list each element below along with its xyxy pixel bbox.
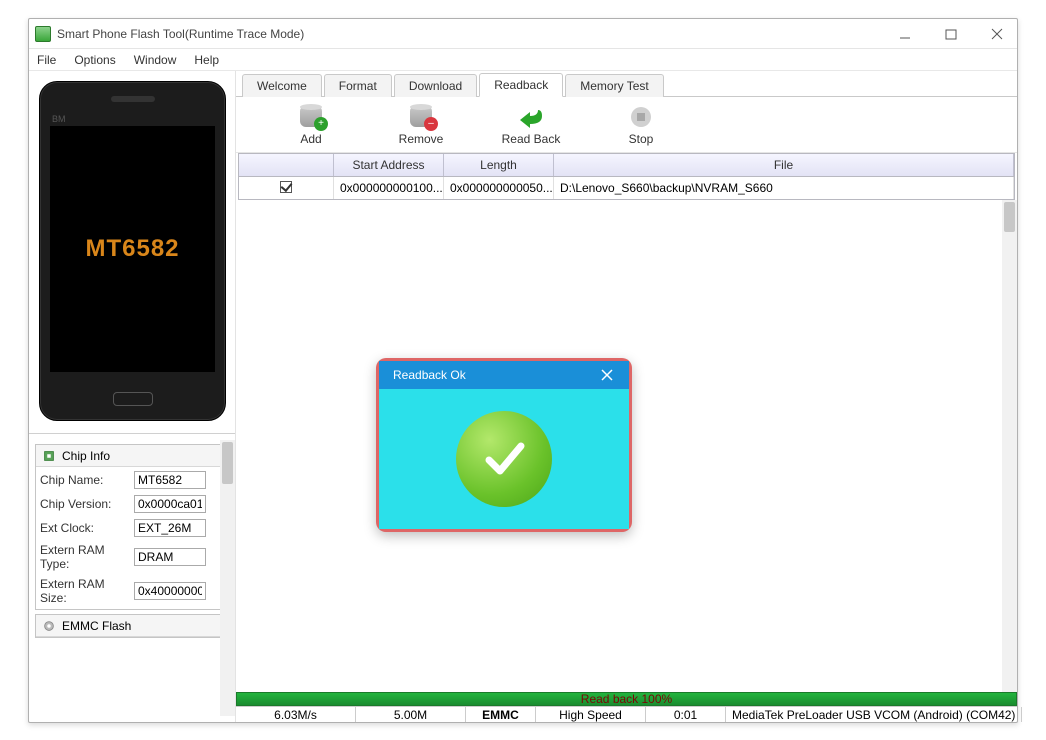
left-panel: BM MT6582 Chip Info Chip Name: [29, 71, 236, 722]
table-scrollbar[interactable] [1002, 200, 1017, 692]
chip-version-label: Chip Version: [40, 497, 130, 511]
phone-chip-label: MT6582 [85, 235, 179, 263]
status-storage: EMMC [466, 707, 536, 722]
tab-memory-test[interactable]: Memory Test [565, 74, 663, 97]
dialog-close-button[interactable] [593, 361, 621, 389]
table-row[interactable]: 0x000000000100... 0x000000000050... D:\L… [239, 177, 1014, 199]
remove-button[interactable]: – Remove [386, 104, 456, 146]
minus-icon: – [424, 117, 438, 131]
success-check-icon [456, 411, 552, 507]
tab-bar: Welcome Format Download Readback Memory … [236, 71, 1017, 97]
main-area: Welcome Format Download Readback Memory … [236, 71, 1017, 722]
dialog-title: Readback Ok [393, 368, 466, 382]
stop-button[interactable]: Stop [606, 104, 676, 146]
table-empty-area: Readback Ok [236, 200, 1017, 692]
chip-icon [42, 449, 56, 463]
menu-window[interactable]: Window [134, 53, 177, 67]
chip-name-label: Chip Name: [40, 473, 130, 487]
menu-help[interactable]: Help [194, 53, 219, 67]
menu-file[interactable]: File [37, 53, 56, 67]
status-mode: High Speed [536, 707, 646, 722]
chip-info-title: Chip Info [62, 449, 110, 463]
col-length-header[interactable]: Length [444, 154, 554, 176]
chip-info-form: Chip Name: Chip Version: Ext Clock: Exte… [36, 467, 228, 609]
readback-toolbar: + Add – Remove Read Back Stop [236, 97, 1017, 153]
row-start: 0x000000000100... [334, 177, 444, 199]
arrow-back-icon [518, 106, 544, 128]
tab-format[interactable]: Format [324, 74, 392, 97]
info-panels: Chip Info Chip Name: Chip Version: Ext C… [29, 433, 235, 722]
dialog-titlebar[interactable]: Readback Ok [379, 361, 629, 389]
chip-info-header[interactable]: Chip Info [36, 445, 228, 467]
left-scrollbar[interactable] [220, 440, 235, 716]
status-speed: 6.03M/s [236, 707, 356, 722]
col-checkbox-header[interactable] [239, 154, 334, 176]
readback-ok-dialog: Readback Ok [376, 358, 632, 532]
phone-illustration: BM MT6582 [39, 81, 226, 421]
close-icon [601, 369, 613, 381]
status-time: 0:01 [646, 707, 726, 722]
phone-watermark: BM [52, 114, 66, 124]
ext-clock-field[interactable] [134, 519, 206, 537]
titlebar: Smart Phone Flash Tool(Runtime Trace Mod… [29, 19, 1017, 49]
menubar: File Options Window Help [29, 49, 1017, 71]
col-file-header[interactable]: File [554, 154, 1014, 176]
menu-options[interactable]: Options [74, 53, 115, 67]
minimize-button[interactable] [891, 24, 919, 44]
status-grid: 6.03M/s 5.00M EMMC High Speed 0:01 Media… [236, 706, 1017, 722]
add-button[interactable]: + Add [276, 104, 346, 146]
tab-download[interactable]: Download [394, 74, 477, 97]
chip-version-field[interactable] [134, 495, 206, 513]
extern-ram-size-label: Extern RAM Size: [40, 577, 130, 605]
readback-table: Start Address Length File 0x000000000100… [238, 153, 1015, 200]
read-back-button[interactable]: Read Back [496, 104, 566, 146]
extern-ram-type-field[interactable] [134, 548, 206, 566]
status-size: 5.00M [356, 707, 466, 722]
maximize-button[interactable] [937, 24, 965, 44]
extern-ram-type-label: Extern RAM Type: [40, 543, 130, 571]
plus-icon: + [314, 117, 328, 131]
app-icon [35, 26, 51, 42]
emmc-flash-header[interactable]: EMMC Flash [36, 615, 228, 637]
row-length: 0x000000000050... [444, 177, 554, 199]
progress-bar: Read back 100% [236, 692, 1017, 706]
progress-text: Read back 100% [581, 692, 672, 706]
window-title: Smart Phone Flash Tool(Runtime Trace Mod… [57, 27, 891, 41]
ext-clock-label: Ext Clock: [40, 521, 130, 535]
tab-welcome[interactable]: Welcome [242, 74, 322, 97]
main-window: Smart Phone Flash Tool(Runtime Trace Mod… [28, 18, 1018, 723]
col-start-header[interactable]: Start Address [334, 154, 444, 176]
status-device: MediaTek PreLoader USB VCOM (Android) (C… [726, 707, 1022, 722]
extern-ram-size-field[interactable] [134, 582, 206, 600]
status-area: Read back 100% 6.03M/s 5.00M EMMC High S… [236, 692, 1017, 722]
gear-icon [42, 619, 56, 633]
emmc-flash-title: EMMC Flash [62, 619, 131, 633]
row-checkbox[interactable] [280, 181, 292, 193]
close-button[interactable] [983, 24, 1011, 44]
chip-name-field[interactable] [134, 471, 206, 489]
stop-icon [631, 107, 651, 127]
tab-readback[interactable]: Readback [479, 73, 563, 97]
row-file: D:\Lenovo_S660\backup\NVRAM_S660 [554, 177, 1014, 199]
